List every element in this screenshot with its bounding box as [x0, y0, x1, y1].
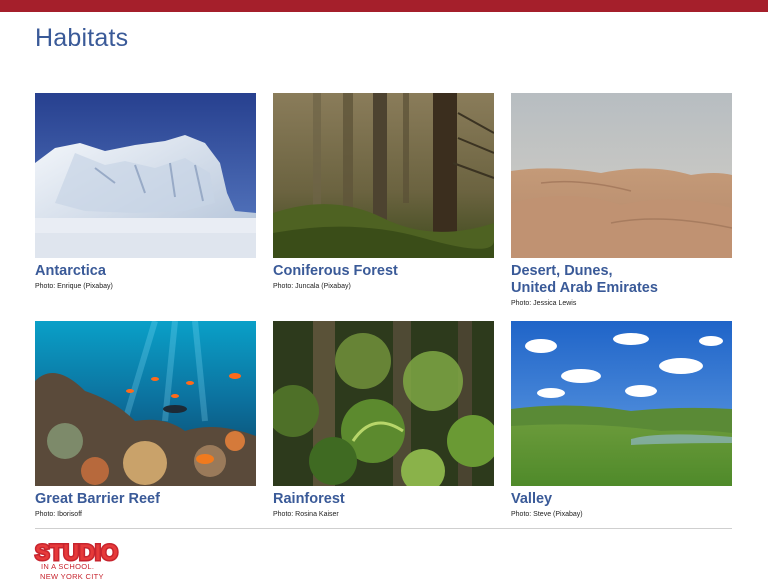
habitat-card-great-barrier-reef[interactable]: Great Barrier Reef Photo: Iborisoff	[35, 321, 256, 519]
photo-credit: Photo: Steve (Pixabay)	[511, 511, 583, 518]
logo-location: NEW YORK CITY	[40, 572, 104, 581]
top-accent-bar	[0, 0, 768, 12]
habitat-title[interactable]: Antarctica	[35, 263, 256, 280]
habitat-title[interactable]: Rainforest	[273, 491, 494, 508]
photo-credit: Photo: Enrique (Pixabay)	[35, 283, 113, 290]
antarctica-photo[interactable]	[35, 93, 256, 258]
desert-photo[interactable]	[511, 93, 732, 258]
habitat-card-antarctica[interactable]: Antarctica Photo: Enrique (Pixabay)	[35, 93, 256, 291]
logo-tagline: IN A SCHOOL.	[41, 562, 95, 571]
valley-photo[interactable]	[511, 321, 732, 486]
valley-image	[511, 321, 732, 486]
habitat-card-desert[interactable]: Desert, Dunes, United Arab Emirates Phot…	[511, 93, 732, 308]
desert-image	[511, 93, 732, 258]
logo-wordmark: STUDIO STUDIO	[34, 539, 120, 565]
great-barrier-reef-image	[35, 321, 256, 486]
photo-credit: Photo: Juncala (Pixabay)	[273, 283, 351, 290]
coniferous-forest-photo[interactable]	[273, 93, 494, 258]
rainforest-image	[273, 321, 494, 486]
photo-credit: Photo: Jessica Lewis	[511, 300, 577, 307]
rainforest-photo[interactable]	[273, 321, 494, 486]
coniferous-forest-image	[273, 93, 494, 258]
svg-text:STUDIO: STUDIO	[35, 540, 118, 564]
habitat-title[interactable]: Valley	[511, 491, 732, 508]
habitat-title[interactable]: Great Barrier Reef	[35, 491, 256, 508]
great-barrier-reef-photo[interactable]	[35, 321, 256, 486]
studio-in-a-school-logo: STUDIO STUDIO IN A SCHOOL. NEW YORK CITY	[33, 538, 143, 581]
antarctica-image	[35, 93, 256, 258]
habitat-card-coniferous-forest[interactable]: Coniferous Forest Photo: Juncala (Pixaba…	[273, 93, 494, 291]
habitat-title[interactable]: Desert, Dunes, United Arab Emirates	[511, 263, 732, 297]
habitat-title[interactable]: Coniferous Forest	[273, 263, 494, 280]
footer-divider	[35, 528, 732, 529]
photo-credit: Photo: Iborisoff	[35, 511, 82, 518]
photo-credit: Photo: Rosina Kaiser	[273, 511, 339, 518]
habitat-card-rainforest[interactable]: Rainforest Photo: Rosina Kaiser	[273, 321, 494, 519]
habitat-card-valley[interactable]: Valley Photo: Steve (Pixabay)	[511, 321, 732, 519]
page-title: Habitats	[35, 24, 129, 52]
